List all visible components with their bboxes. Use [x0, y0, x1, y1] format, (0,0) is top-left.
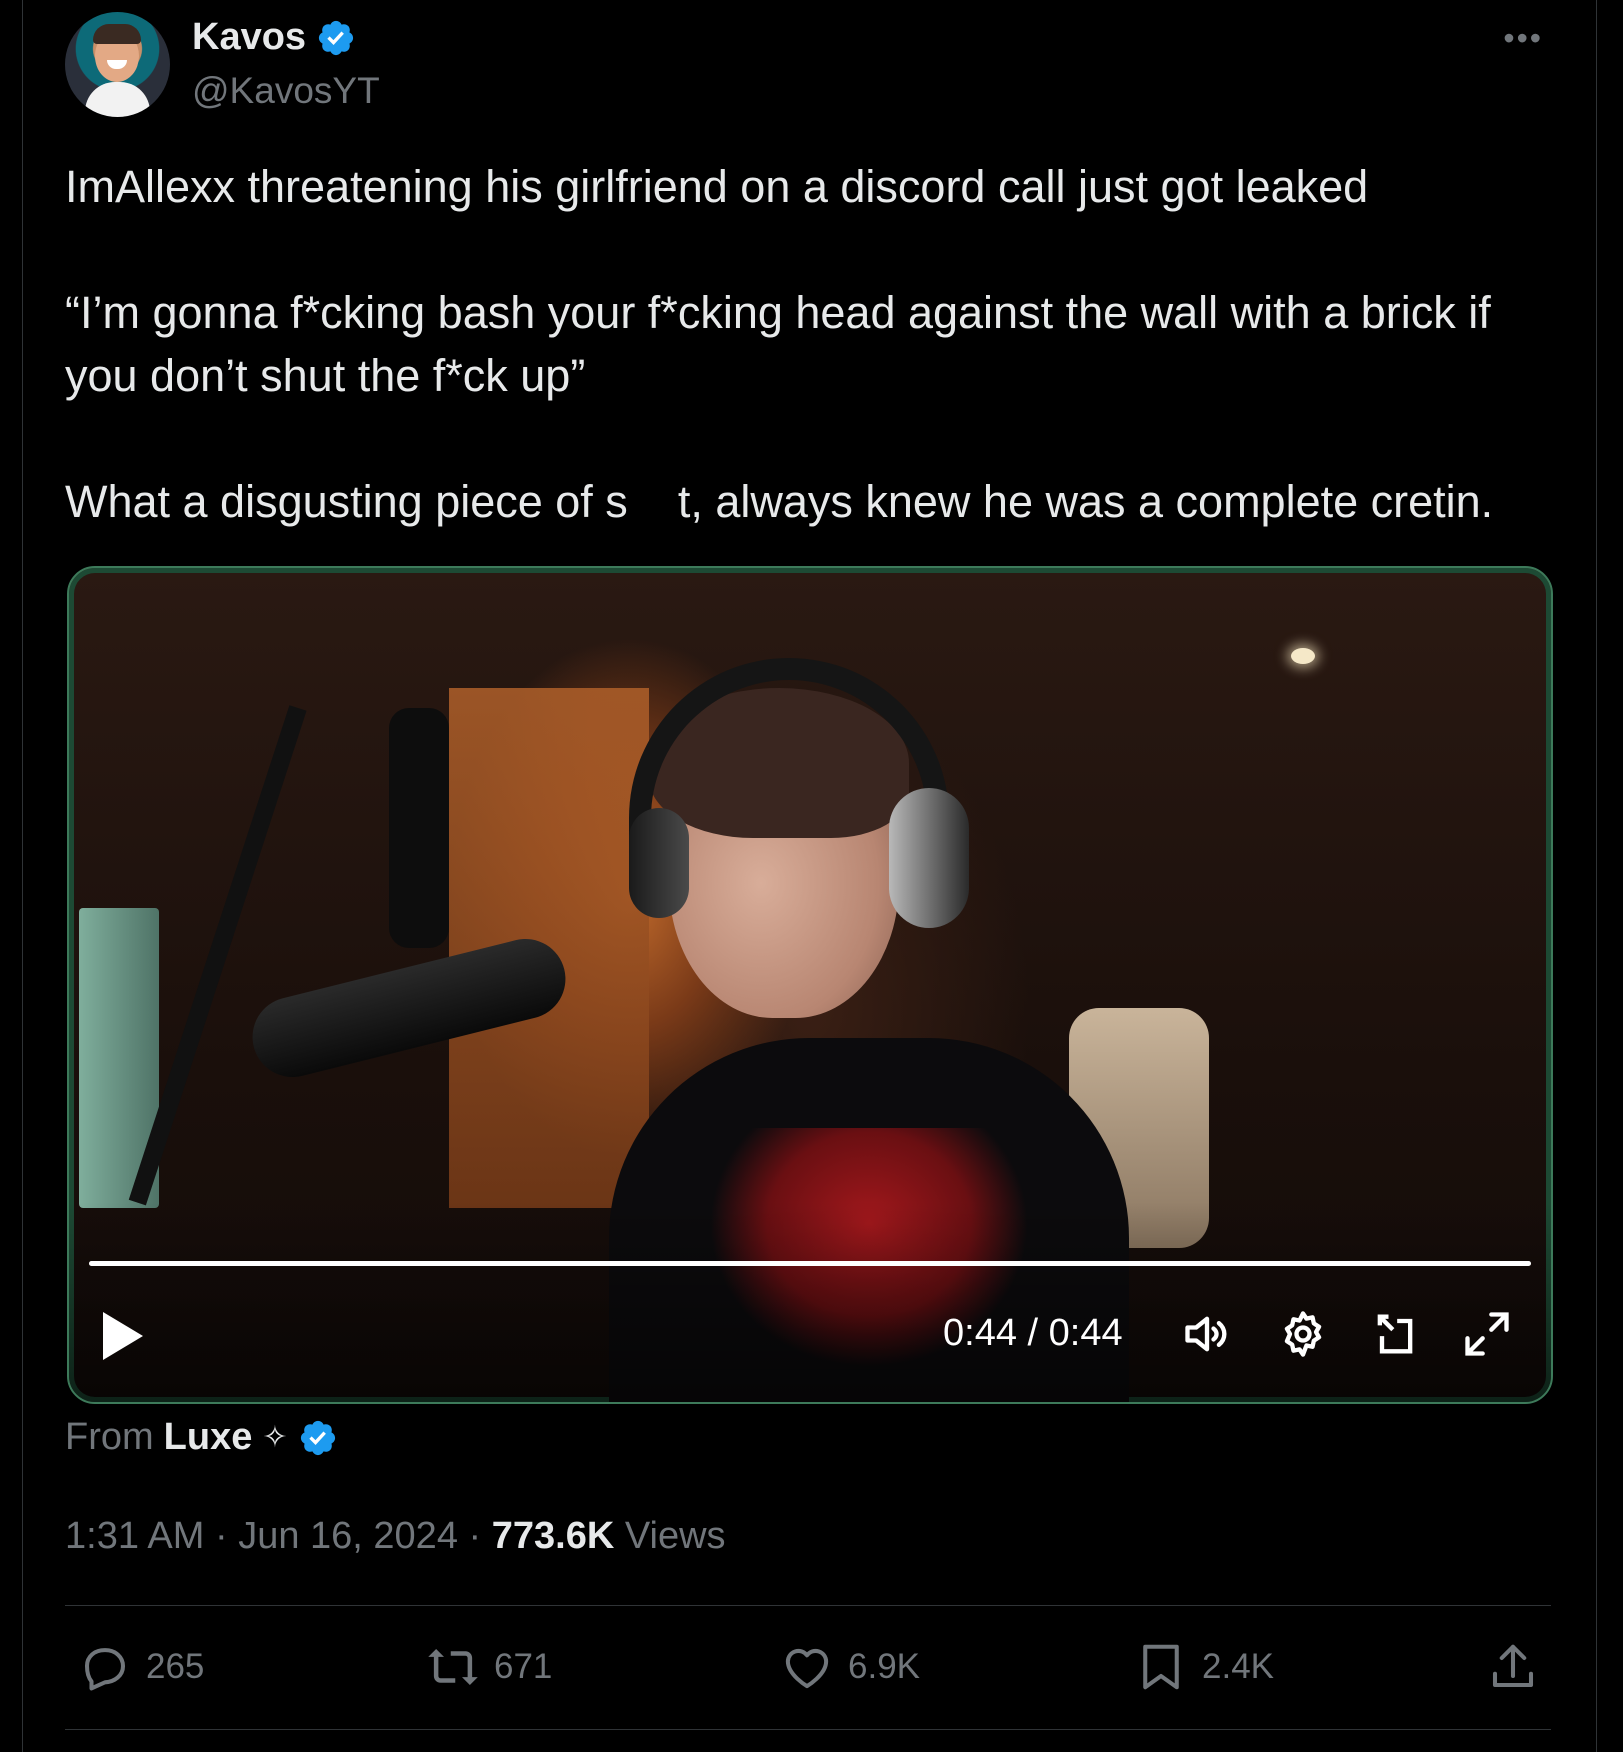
reply-count: 265 [146, 1647, 205, 1686]
video-scene-light [1291, 648, 1315, 664]
video-source-line: From Luxe ✧ [65, 1416, 338, 1459]
sparkle-icon: ✧ [262, 1421, 288, 1454]
bookmark-count: 2.4K [1202, 1647, 1274, 1686]
volume-icon[interactable] [1181, 1308, 1233, 1360]
video-scene-mic-holder [389, 708, 449, 948]
tweet-time[interactable]: 1:31 AM [65, 1515, 204, 1557]
avatar-hair [93, 24, 141, 44]
settings-icon[interactable] [1277, 1308, 1329, 1360]
video-progress-bar[interactable] [89, 1261, 1531, 1266]
reply-icon [84, 1648, 126, 1691]
tweet-text-line-1: ImAllexx threatening his girlfriend on a… [65, 161, 1369, 212]
verified-badge-icon [318, 20, 354, 55]
author-handle[interactable]: @KavosYT [192, 70, 380, 112]
verified-badge-icon [300, 1420, 335, 1455]
video-scene-earcup-left [629, 808, 689, 918]
repost-button[interactable]: 671 [426, 1640, 552, 1694]
share-button[interactable] [1486, 1640, 1540, 1694]
author-avatar[interactable] [65, 12, 170, 117]
actions-divider-bottom [65, 1729, 1551, 1730]
heart-icon [785, 1648, 829, 1689]
video-progress-fill [89, 1261, 1531, 1266]
like-button[interactable]: 6.9K [780, 1640, 920, 1694]
bookmark-button[interactable]: 2.4K [1134, 1640, 1274, 1694]
picture-in-picture-icon[interactable] [1369, 1308, 1421, 1360]
video-time: 0:44 / 0:44 [943, 1312, 1123, 1354]
bookmark-icon [1143, 1644, 1179, 1690]
actions-divider-top [65, 1605, 1551, 1606]
meta-separator: · [457, 1515, 492, 1557]
video-player[interactable]: 0:44 / 0:44 [67, 566, 1553, 1404]
fullscreen-icon[interactable] [1461, 1308, 1513, 1360]
author-name-row[interactable]: Kavos [192, 16, 356, 59]
video-controls-shade [69, 1202, 1551, 1402]
tweet-text-quote: “I’m gonna f*cking bash your f*cking hea… [65, 287, 1504, 401]
reply-button[interactable]: 265 [78, 1640, 204, 1694]
meta-separator: · [204, 1515, 239, 1557]
play-icon[interactable] [99, 1308, 147, 1364]
repost-count: 671 [494, 1647, 553, 1686]
avatar-shirt [85, 82, 150, 117]
video-source-prefix: From [65, 1416, 154, 1458]
video-scene-earcup-right [889, 788, 969, 928]
like-count: 6.9K [848, 1647, 920, 1686]
share-icon [1492, 1644, 1534, 1688]
more-options-icon[interactable]: ••• [1503, 20, 1543, 57]
video-source-name[interactable]: Luxe [164, 1416, 253, 1459]
views-count: 773.6K [491, 1515, 615, 1557]
tweet-date[interactable]: Jun 16, 2024 [238, 1515, 458, 1557]
author-display-name[interactable]: Kavos [192, 16, 306, 59]
views-label: Views [614, 1515, 726, 1557]
tweet-text-line-3: What a disgusting piece of s t, always k… [65, 476, 1494, 527]
repost-icon [428, 1649, 478, 1685]
tweet-meta: 1:31 AM · Jun 16, 2024 · 773.6K Views [65, 1515, 726, 1558]
